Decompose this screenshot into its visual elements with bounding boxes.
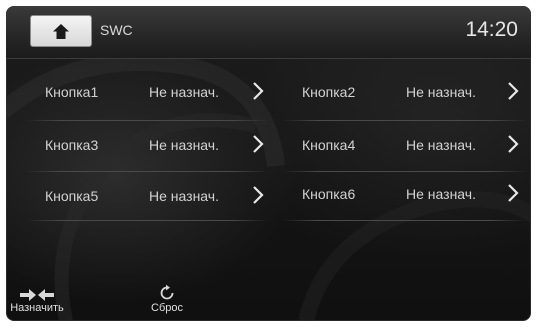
row-divider [26,220,269,221]
button-label: Кнопка2 [302,84,356,100]
assignment-value: Не назнач. [406,84,476,100]
chevron-right-icon [253,135,264,153]
assignment-value: Не назнач. [149,137,219,153]
assignment-value: Не назнач. [406,137,476,153]
clock: 14:20 [465,18,518,41]
arrows-converge-icon [20,289,54,301]
reset-button[interactable]: Сброс [144,284,190,314]
button-label: Кнопка4 [302,137,356,153]
home-button[interactable] [30,15,92,47]
chevron-right-icon [508,135,519,153]
assign-button[interactable]: Назначить [6,288,70,314]
button-row-5[interactable]: Кнопка5 Не назнач. [26,171,269,221]
assign-label: Назначить [10,302,64,314]
assignment-value: Не назнач. [406,186,476,202]
button-label: Кнопка6 [302,186,356,202]
refresh-icon [160,284,174,300]
head-unit-screen: SWC 14:20 Кнопка1 Не назнач. Кнопка2 Не … [6,6,531,321]
button-label: Кнопка5 [45,188,99,204]
button-label: Кнопка1 [45,84,99,100]
home-icon [53,23,69,39]
button-row-1[interactable]: Кнопка1 Не назнач. [26,67,269,117]
button-row-3[interactable]: Кнопка3 Не назнач. [26,120,269,170]
chevron-right-icon [253,82,264,100]
chevron-right-icon [253,186,264,204]
row-divider [282,220,527,221]
button-row-2[interactable]: Кнопка2 Не назнач. [282,67,527,117]
button-row-4[interactable]: Кнопка4 Не назнач. [282,120,527,170]
button-label: Кнопка3 [45,137,99,153]
reset-label: Сброс [151,302,183,314]
assignment-value: Не назнач. [149,188,219,204]
chevron-right-icon [508,82,519,100]
button-row-6[interactable]: Кнопка6 Не назнач. [282,169,527,219]
page-title: SWC [100,22,133,38]
top-bar: SWC 14:20 [6,6,531,59]
chevron-right-icon [508,184,519,202]
assignment-value: Не назнач. [149,84,219,100]
